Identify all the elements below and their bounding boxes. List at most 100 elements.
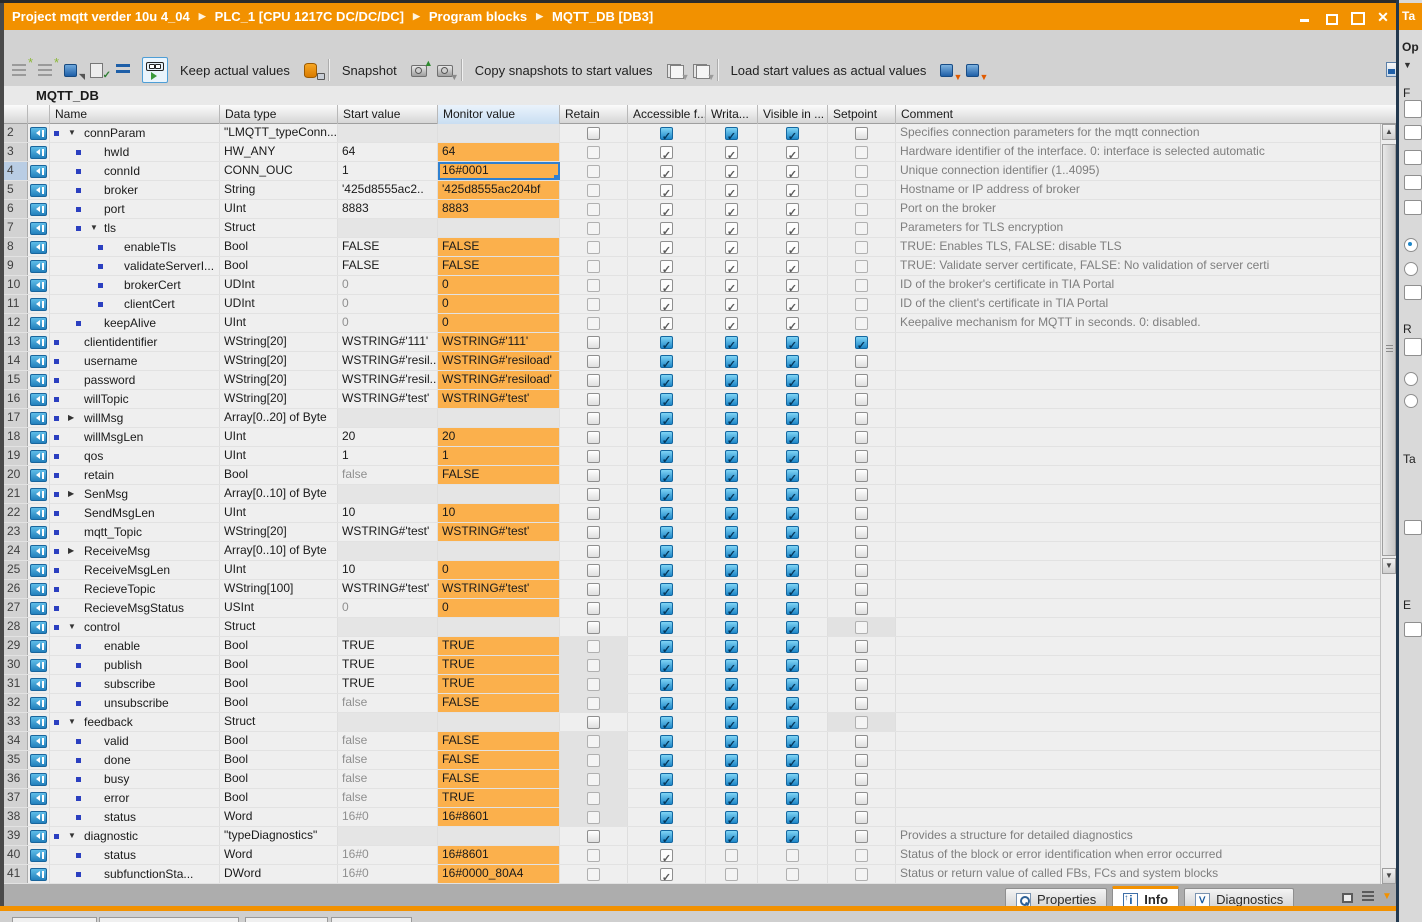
name-cell[interactable]: error	[50, 789, 220, 807]
visible-checkbox[interactable]	[786, 678, 799, 691]
table-row[interactable]: 5brokerString'425d8555ac2..'425d8555ac20…	[4, 181, 1380, 200]
writable-checkbox[interactable]	[725, 336, 738, 349]
setpoint-checkbox[interactable]	[855, 279, 868, 292]
accessible-checkbox[interactable]	[660, 488, 673, 501]
name-cell[interactable]: clientidentifier	[50, 333, 220, 351]
table-row[interactable]: 10brokerCertUDInt00ID of the broker's ce…	[4, 276, 1380, 295]
data-type-cell[interactable]: Array[0..10] of Byte	[220, 542, 338, 560]
data-type-cell[interactable]: WString[20]	[220, 333, 338, 351]
table-row[interactable]: 24▶ReceiveMsgArray[0..10] of Byte	[4, 542, 1380, 561]
comment-cell[interactable]	[896, 428, 1380, 446]
start-value-cell[interactable]: false	[338, 466, 438, 484]
name-cell[interactable]: enable	[50, 637, 220, 655]
monitor-value-cell[interactable]: FALSE	[438, 751, 560, 769]
row-number[interactable]: 7	[4, 219, 28, 237]
writable-checkbox[interactable]	[725, 659, 738, 672]
monitor-value-cell[interactable]: 0	[438, 276, 560, 294]
data-type-cell[interactable]: UInt	[220, 428, 338, 446]
monitor-value-cell[interactable]: FALSE	[438, 466, 560, 484]
comment-cell[interactable]: Keepalive mechanism for MQTT in seconds.…	[896, 314, 1380, 332]
name-cell[interactable]: clientCert	[50, 295, 220, 313]
visible-checkbox[interactable]	[786, 792, 799, 805]
comment-cell[interactable]	[896, 409, 1380, 427]
writable-checkbox[interactable]	[725, 241, 738, 254]
retain-checkbox[interactable]	[587, 602, 600, 615]
data-type-cell[interactable]: Word	[220, 808, 338, 826]
monitor-value-cell[interactable]: FALSE	[438, 732, 560, 750]
expander-icon[interactable]: ▼	[68, 714, 76, 730]
data-type-cell[interactable]: Struct	[220, 219, 338, 237]
accessible-checkbox[interactable]	[660, 811, 673, 824]
name-cell[interactable]: busy	[50, 770, 220, 788]
row-number[interactable]: 16	[4, 390, 28, 408]
monitor-value-cell[interactable]: 0	[438, 599, 560, 617]
row-number[interactable]: 17	[4, 409, 28, 427]
table-row[interactable]: 39▼diagnostic"typeDiagnostics"Provides a…	[4, 827, 1380, 846]
accessible-checkbox[interactable]	[660, 697, 673, 710]
comment-cell[interactable]	[896, 637, 1380, 655]
writable-checkbox[interactable]	[725, 393, 738, 406]
visible-checkbox[interactable]	[786, 868, 799, 881]
retain-checkbox[interactable]	[587, 127, 600, 140]
copy-snapshot-setpoints-icon[interactable]	[693, 62, 711, 78]
writable-checkbox[interactable]	[725, 374, 738, 387]
accessible-checkbox[interactable]	[660, 317, 673, 330]
start-value-cell[interactable]	[338, 713, 438, 731]
start-value-cell[interactable]: '425d8555ac2..	[338, 181, 438, 199]
table-row[interactable]: 29enableBoolTRUETRUE	[4, 637, 1380, 656]
visible-checkbox[interactable]	[786, 507, 799, 520]
row-number[interactable]: 36	[4, 770, 28, 788]
writable-checkbox[interactable]	[725, 564, 738, 577]
name-cell[interactable]: hwId	[50, 143, 220, 161]
visible-checkbox[interactable]	[786, 279, 799, 292]
data-type-cell[interactable]: Bool	[220, 466, 338, 484]
row-number[interactable]: 5	[4, 181, 28, 199]
monitor-value-cell[interactable]	[438, 713, 560, 731]
data-type-cell[interactable]: HW_ANY	[220, 143, 338, 161]
bottom-tab-stub[interactable]	[12, 917, 97, 922]
setpoint-checkbox[interactable]	[855, 450, 868, 463]
accessible-checkbox[interactable]	[660, 355, 673, 368]
retain-checkbox[interactable]	[587, 716, 600, 729]
setpoint-checkbox[interactable]	[855, 564, 868, 577]
name-cell[interactable]: status	[50, 808, 220, 826]
row-number[interactable]: 29	[4, 637, 28, 655]
writable-checkbox[interactable]	[725, 431, 738, 444]
table-row[interactable]: 27RecieveMsgStatusUSInt00	[4, 599, 1380, 618]
setpoint-checkbox[interactable]	[855, 393, 868, 406]
retain-checkbox[interactable]	[587, 792, 600, 805]
visible-checkbox[interactable]	[786, 773, 799, 786]
start-value-cell[interactable]	[338, 618, 438, 636]
visible-checkbox[interactable]	[786, 165, 799, 178]
visible-checkbox[interactable]	[786, 697, 799, 710]
monitor-value-cell[interactable]	[438, 827, 560, 845]
table-row[interactable]: 33▼feedbackStruct	[4, 713, 1380, 732]
comment-cell[interactable]: ID of the client's certificate in TIA Po…	[896, 295, 1380, 313]
row-number[interactable]: 38	[4, 808, 28, 826]
table-row[interactable]: 12keepAliveUInt00Keepalive mechanism for…	[4, 314, 1380, 333]
expander-icon[interactable]: ▶	[68, 543, 74, 559]
setpoint-checkbox[interactable]	[855, 241, 868, 254]
monitor-value-cell[interactable]: WSTRING#'test'	[438, 523, 560, 541]
retain-db-icon[interactable]	[304, 62, 322, 78]
row-number[interactable]: 4	[4, 162, 28, 180]
data-type-cell[interactable]: Struct	[220, 618, 338, 636]
visible-checkbox[interactable]	[786, 260, 799, 273]
accessible-checkbox[interactable]	[660, 203, 673, 216]
start-value-cell[interactable]: WSTRING#'test'	[338, 580, 438, 598]
writable-checkbox[interactable]	[725, 184, 738, 197]
accessible-checkbox[interactable]	[660, 830, 673, 843]
comment-cell[interactable]: Status of the block or error identificat…	[896, 846, 1380, 864]
accessible-checkbox[interactable]	[660, 545, 673, 558]
column-header-accessible-f[interactable]: Accessible f...	[628, 105, 706, 124]
accessible-checkbox[interactable]	[660, 412, 673, 425]
monitor-value-cell[interactable]: 16#0000_80A4	[438, 865, 560, 883]
task-card-checkbox[interactable]	[1404, 520, 1422, 535]
setpoint-checkbox[interactable]	[855, 697, 868, 710]
writable-checkbox[interactable]	[725, 602, 738, 615]
comment-cell[interactable]	[896, 656, 1380, 674]
setpoint-checkbox[interactable]	[855, 146, 868, 159]
data-type-cell[interactable]: UInt	[220, 447, 338, 465]
writable-checkbox[interactable]	[725, 583, 738, 596]
table-row[interactable]: 14usernameWString[20]WSTRING#'resil..WST…	[4, 352, 1380, 371]
